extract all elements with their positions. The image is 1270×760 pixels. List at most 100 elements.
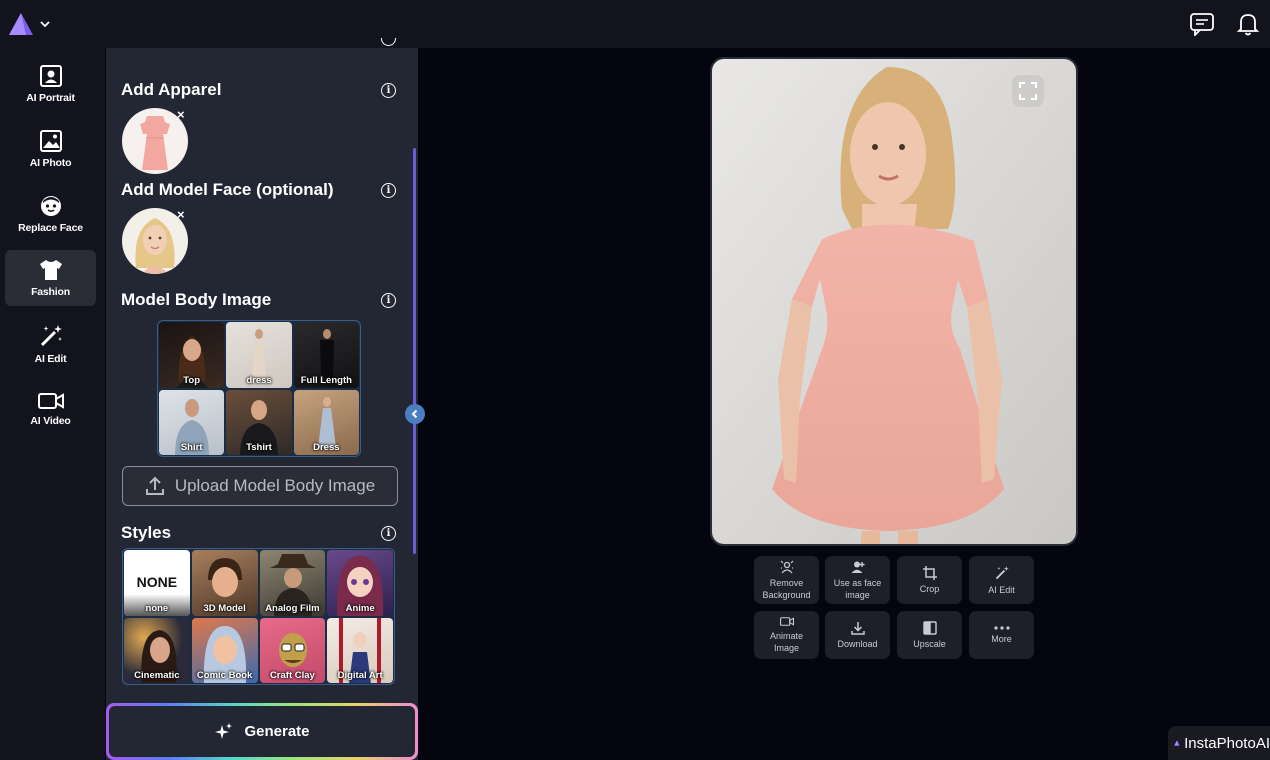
- nav-item-ai-video[interactable]: AI Video: [5, 381, 96, 437]
- video-camera-icon: [37, 393, 64, 409]
- face-user-icon: [851, 561, 864, 573]
- ai-edit-button[interactable]: AI Edit: [969, 556, 1034, 604]
- nav-item-fashion[interactable]: Fashion: [5, 250, 96, 306]
- tile-label: Cinematic: [134, 670, 180, 681]
- logo-icon: [1174, 740, 1180, 746]
- styles-grid: NONE none 3D Model Analog Film Anime Cin…: [122, 548, 395, 685]
- upscale-button[interactable]: Upscale: [897, 611, 962, 659]
- portrait-icon: [39, 65, 62, 87]
- face-icon: [40, 196, 61, 216]
- action-label: Use as face image: [833, 577, 882, 600]
- logo-icon: [9, 13, 33, 35]
- tile-label: Shirt: [180, 442, 203, 453]
- add-model-face-title: Add Model Face (optional): [121, 180, 334, 199]
- info-icon[interactable]: i: [381, 526, 396, 541]
- style-tile-none[interactable]: NONE none: [124, 550, 190, 616]
- action-label: Crop: [919, 583, 940, 594]
- tile-label: Anime: [345, 602, 375, 614]
- nav-label: AI Portrait: [26, 92, 75, 104]
- nav-item-ai-portrait[interactable]: AI Portrait: [5, 56, 96, 112]
- nav-item-ai-edit[interactable]: AI Edit: [5, 316, 96, 372]
- style-tile-craft-clay[interactable]: Craft Clay: [259, 617, 326, 683]
- tile-label: 3D Model: [203, 602, 246, 614]
- body-tile-top[interactable]: Top: [159, 322, 225, 388]
- generate-label: Generate: [244, 723, 310, 740]
- action-label: Upscale: [913, 638, 946, 649]
- body-tile-tshirt[interactable]: Tshirt: [226, 389, 292, 455]
- panel-scrollbar[interactable]: [413, 148, 416, 554]
- tile-label: Analog Film: [265, 602, 320, 614]
- info-icon[interactable]: i: [381, 293, 396, 308]
- bell-icon[interactable]: [1234, 10, 1262, 38]
- action-label: Animate Image: [769, 631, 804, 653]
- brand-badge: InstaPhotoAI: [1168, 726, 1270, 760]
- style-tile-anime[interactable]: Anime: [327, 550, 393, 616]
- tshirt-icon: [39, 260, 62, 280]
- tile-label: Full Length: [300, 374, 352, 386]
- top-bar: [0, 0, 1270, 48]
- action-label: Remove Background: [762, 577, 811, 600]
- brand-name: InstaPhotoAI: [1184, 734, 1270, 752]
- remove-background-button[interactable]: Remove Background: [754, 556, 819, 604]
- nav-label: AI Video: [30, 415, 71, 427]
- chevron-left-icon: [411, 409, 418, 419]
- nav-item-replace-face[interactable]: Replace Face: [5, 186, 96, 242]
- upload-icon: [145, 476, 164, 495]
- style-tile-cinematic[interactable]: Cinematic: [124, 617, 190, 683]
- tile-label: Top: [183, 374, 201, 386]
- magic-wand-icon: [995, 565, 1009, 579]
- style-tile-analog-film[interactable]: Analog Film: [259, 550, 326, 616]
- tile-label: none: [145, 602, 169, 614]
- magic-wand-icon: [40, 325, 62, 347]
- fullscreen-icon[interactable]: [1012, 75, 1044, 107]
- upscale-icon: [922, 620, 937, 635]
- style-tile-3d-model[interactable]: 3D Model: [191, 550, 258, 616]
- tile-label: Craft Clay: [269, 670, 315, 681]
- nav-label: AI Photo: [29, 157, 72, 169]
- info-icon[interactable]: i: [381, 83, 396, 98]
- download-icon: [850, 621, 865, 635]
- generated-image-preview[interactable]: [710, 57, 1078, 546]
- action-label: Download: [837, 638, 878, 649]
- generate-button-inner: Generate: [109, 706, 415, 757]
- none-tile-text: NONE: [136, 574, 178, 590]
- action-label: More: [991, 633, 1012, 644]
- nav-label: Fashion: [31, 286, 70, 298]
- animate-image-button[interactable]: Animate Image: [754, 611, 819, 659]
- style-tile-digital-art[interactable]: Digital Art: [327, 617, 393, 683]
- nav-label: Replace Face: [18, 222, 83, 234]
- generate-button[interactable]: Generate: [106, 703, 418, 760]
- app-logo-menu[interactable]: [8, 10, 58, 38]
- upload-model-body-button[interactable]: Upload Model Body Image: [122, 466, 398, 506]
- use-as-face-image-button[interactable]: Use as face image: [825, 556, 890, 604]
- upload-label: Upload Model Body Image: [174, 476, 376, 495]
- collapse-panel-button[interactable]: [405, 404, 425, 424]
- crop-button[interactable]: Crop: [897, 556, 962, 604]
- nav-label: AI Edit: [34, 353, 67, 365]
- remove-model-face-icon[interactable]: ×: [177, 207, 185, 222]
- action-label: AI Edit: [988, 584, 1015, 595]
- tile-label: Digital Art: [337, 670, 383, 681]
- tile-label: Tshirt: [246, 442, 272, 453]
- nav-item-ai-photo[interactable]: AI Photo: [5, 121, 96, 177]
- style-tile-comic-book[interactable]: Comic Book: [191, 617, 258, 683]
- remove-apparel-icon[interactable]: ×: [177, 107, 185, 122]
- crop-icon: [922, 565, 937, 580]
- model-body-grid: Top dress Full Length Shirt Tshirt Dress: [157, 320, 361, 457]
- generated-image: [712, 59, 1076, 544]
- download-button[interactable]: Download: [825, 611, 890, 659]
- feedback-icon[interactable]: [1188, 10, 1216, 38]
- more-dots-icon: [993, 625, 1010, 630]
- body-tile-full-length[interactable]: Full Length: [293, 322, 359, 388]
- info-icon[interactable]: i: [381, 183, 396, 198]
- tile-label: Comic Book: [196, 670, 253, 681]
- more-button[interactable]: More: [969, 611, 1034, 659]
- video-camera-icon: [779, 617, 794, 626]
- body-tile-shirt[interactable]: Shirt: [159, 389, 225, 455]
- chevron-down-icon: [40, 21, 50, 28]
- add-apparel-title: Add Apparel: [121, 80, 222, 99]
- body-tile-dress[interactable]: dress: [226, 322, 292, 388]
- body-tile-dress-2[interactable]: Dress: [293, 389, 359, 455]
- model-body-image-title: Model Body Image: [121, 290, 272, 309]
- remove-background-icon: [780, 560, 793, 573]
